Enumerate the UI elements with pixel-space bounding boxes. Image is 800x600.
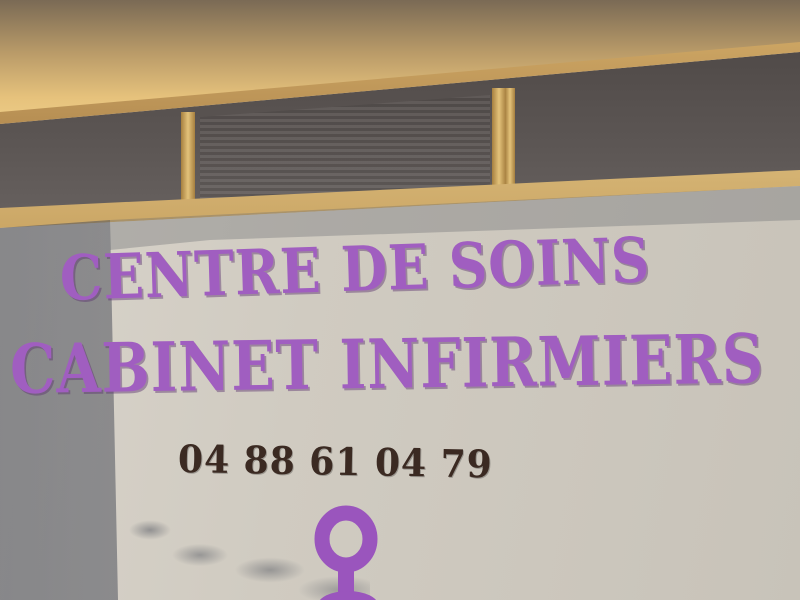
storefront-scene: CENTRE DE SOINS CABINET INFIRMIERS 04 88… xyxy=(0,0,800,600)
window-mullion xyxy=(505,88,515,188)
purple-ring-icon xyxy=(314,505,378,600)
window-mullion xyxy=(492,88,506,190)
phone-number: 04 88 61 04 79 xyxy=(177,436,494,487)
window-mullion xyxy=(181,112,195,210)
sign-line-2: CABINET INFIRMIERS xyxy=(9,319,765,410)
